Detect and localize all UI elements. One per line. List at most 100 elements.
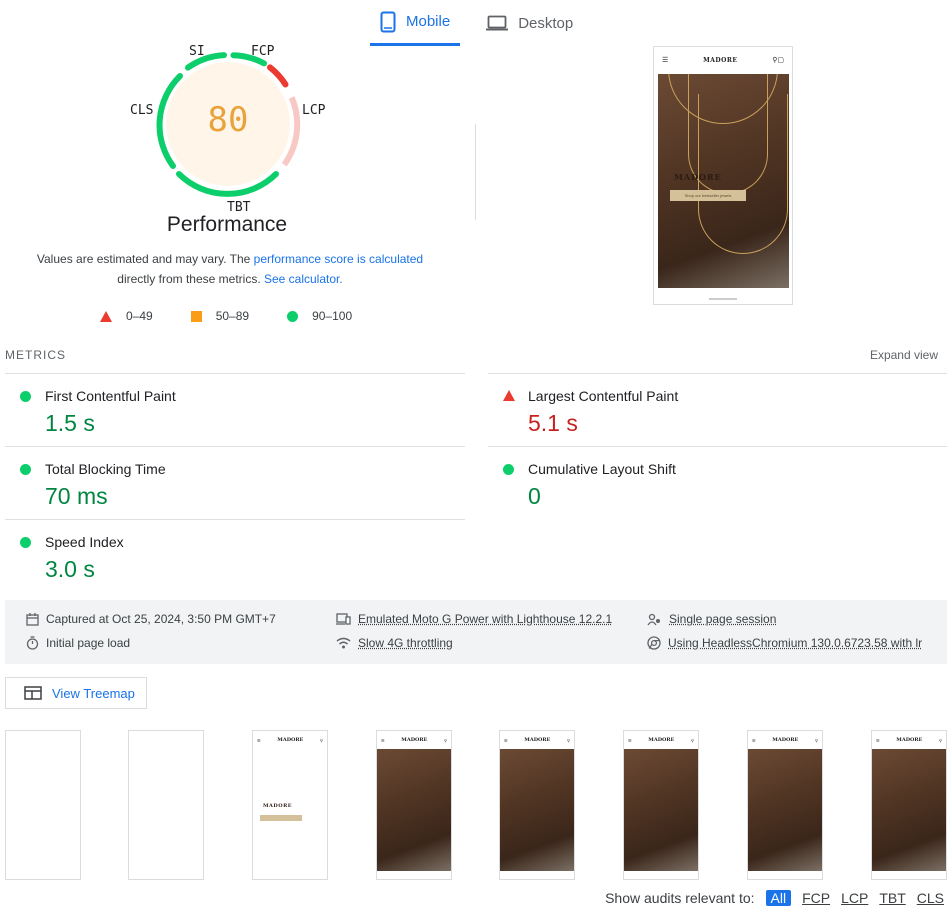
frame-logo: MADORE	[524, 737, 551, 743]
metric-label: First Contentful Paint	[45, 388, 176, 404]
filmstrip-frame	[128, 730, 204, 880]
legend-poor: 0–49	[100, 309, 153, 323]
poor-triangle-icon	[503, 390, 515, 401]
expand-view-toggle[interactable]: Expand view	[870, 348, 938, 362]
frame-header: ☰ MADORE ⚲	[504, 737, 570, 743]
filmstrip-frame: ☰ MADORE ⚲	[376, 730, 452, 880]
filter-fcp[interactable]: FCP	[802, 890, 830, 906]
gauge-label-fcp: FCP	[251, 44, 275, 59]
runtime-throttling[interactable]: Slow 4G throttling	[336, 636, 453, 650]
performance-score: 80	[207, 100, 249, 140]
metric-fcp: First Contentful Paint 1.5 s	[5, 374, 465, 446]
frame-hero-image	[500, 749, 574, 871]
runtime-device[interactable]: Emulated Moto G Power with Lighthouse 12…	[336, 612, 612, 626]
runtime-session[interactable]: Single page session	[647, 612, 776, 626]
metric-label: Speed Index	[45, 534, 124, 550]
timer-icon	[26, 636, 39, 650]
frame-hero-image	[872, 749, 946, 871]
frame-header: ☰ MADORE ⚲	[628, 737, 694, 743]
runtime-device-text: Emulated Moto G Power with Lighthouse 12…	[358, 612, 613, 626]
frame-logo: MADORE	[772, 737, 799, 743]
gauge-label-lcp: LCP	[302, 103, 326, 118]
metric-value: 5.1 s	[528, 410, 578, 436]
tab-mobile-label: Mobile	[406, 13, 451, 30]
good-circle-icon	[20, 464, 31, 475]
filmstrip-frame: ☰ MADORE ⚲	[747, 730, 823, 880]
filmstrip-frame: ☰ MADORE ⚲	[499, 730, 575, 880]
view-treemap-button[interactable]: View Treemap	[5, 677, 147, 709]
runtime-captured: Captured at Oct 25, 2024, 3:50 PM GMT+7	[26, 612, 276, 626]
triangle-icon	[100, 310, 112, 322]
metric-tbt: Total Blocking Time 70 ms	[5, 447, 465, 519]
filter-lcp[interactable]: LCP	[841, 890, 868, 906]
estimate-note: Values are estimated and may vary. The p…	[20, 249, 440, 289]
runtime-throttling-text: Slow 4G throttling	[358, 636, 453, 650]
devices-icon	[336, 613, 351, 625]
metric-cls: Cumulative Layout Shift 0	[488, 447, 948, 519]
frame-hero-image	[624, 749, 698, 871]
treemap-icon	[24, 686, 42, 700]
preview-cta: Shop our bestseller jewels	[670, 190, 746, 201]
frame-logo: MADORE	[401, 737, 428, 743]
metric-label: Total Blocking Time	[45, 461, 166, 477]
legend-average-range: 50–89	[215, 309, 250, 323]
preview-hero-image: MADORE Shop our bestseller jewels	[658, 74, 789, 288]
filmstrip-frame	[5, 730, 81, 880]
preview-header: ☰ MADORE ⚲▢	[654, 47, 792, 73]
preview-logo-text: MADORE	[703, 56, 738, 64]
frame-hero-image	[377, 749, 451, 871]
audit-filter: Show audits relevant to: All FCP LCP TBT…	[605, 890, 944, 906]
preview-footer	[709, 298, 737, 300]
filter-cls[interactable]: CLS	[917, 890, 944, 906]
legend-good-range: 90–100	[312, 309, 353, 323]
frame-logo: MADORE	[277, 737, 304, 743]
legend-average: 50–89	[190, 309, 250, 323]
metrics-heading: METRICS	[5, 348, 66, 362]
frame-cta	[260, 815, 302, 821]
frame-hero-image	[748, 749, 822, 871]
tab-desktop[interactable]: Desktop	[476, 0, 583, 46]
metric-si: Speed Index 3.0 s	[5, 520, 465, 592]
view-treemap-label: View Treemap	[52, 685, 135, 701]
filter-all[interactable]: All	[765, 890, 792, 906]
device-tabs: Mobile Desktop	[370, 0, 583, 48]
metric-value: 70 ms	[45, 483, 108, 509]
frame-logo: MADORE	[648, 737, 675, 743]
good-circle-icon	[20, 537, 31, 548]
performance-title: Performance	[166, 213, 288, 236]
score-calculation-link[interactable]: performance score is calculated	[254, 252, 423, 266]
tab-mobile[interactable]: Mobile	[370, 0, 461, 46]
metric-label: Largest Contentful Paint	[528, 388, 679, 404]
search-cart-icon: ⚲▢	[772, 57, 784, 64]
people-icon	[647, 613, 660, 625]
frame-header: ☰ MADORE ⚲	[876, 737, 942, 743]
smartphone-icon	[380, 11, 396, 32]
preview-logo: MADORE	[703, 57, 737, 64]
frame-header: ☰ MADORE ⚲	[381, 737, 447, 743]
good-circle-icon	[503, 464, 514, 475]
laptop-icon	[486, 15, 509, 31]
note-text-1: Values are estimated and may vary. The	[36, 252, 254, 266]
metric-label: Cumulative Layout Shift	[528, 461, 676, 477]
legend-poor-range: 0–49	[126, 309, 153, 323]
frame-logo: MADORE	[896, 737, 923, 743]
tab-desktop-label: Desktop	[518, 14, 574, 32]
runtime-captured-text: Captured at Oct 25, 2024, 3:50 PM GMT+7	[46, 612, 276, 626]
wifi-icon	[336, 637, 351, 649]
good-circle-icon	[20, 391, 31, 402]
gauge-label-si: SI	[189, 44, 205, 59]
frame-brand: MADORE	[263, 803, 293, 809]
score-legend: 0–49 50–89 90–100	[100, 309, 390, 323]
frame-header: ☰ MADORE ⚲	[752, 737, 818, 743]
final-screenshot: ☰ MADORE ⚲▢ MADORE Shop our bestseller j…	[653, 46, 793, 305]
chrome-icon	[647, 636, 661, 650]
filter-tbt[interactable]: TBT	[879, 890, 905, 906]
note-text-2: directly from these metrics.	[117, 272, 264, 286]
audit-filter-label: Show audits relevant to:	[605, 890, 755, 906]
runtime-browser[interactable]: Using HeadlessChromium 130.0.6723.58 wit…	[647, 636, 922, 650]
metric-value: 3.0 s	[45, 556, 95, 582]
filmstrip-frame: ☰ MADORE ⚲	[623, 730, 699, 880]
runtime-settings: Captured at Oct 25, 2024, 3:50 PM GMT+7 …	[5, 600, 947, 664]
divider	[475, 124, 476, 220]
see-calculator-link[interactable]: See calculator.	[264, 272, 343, 286]
